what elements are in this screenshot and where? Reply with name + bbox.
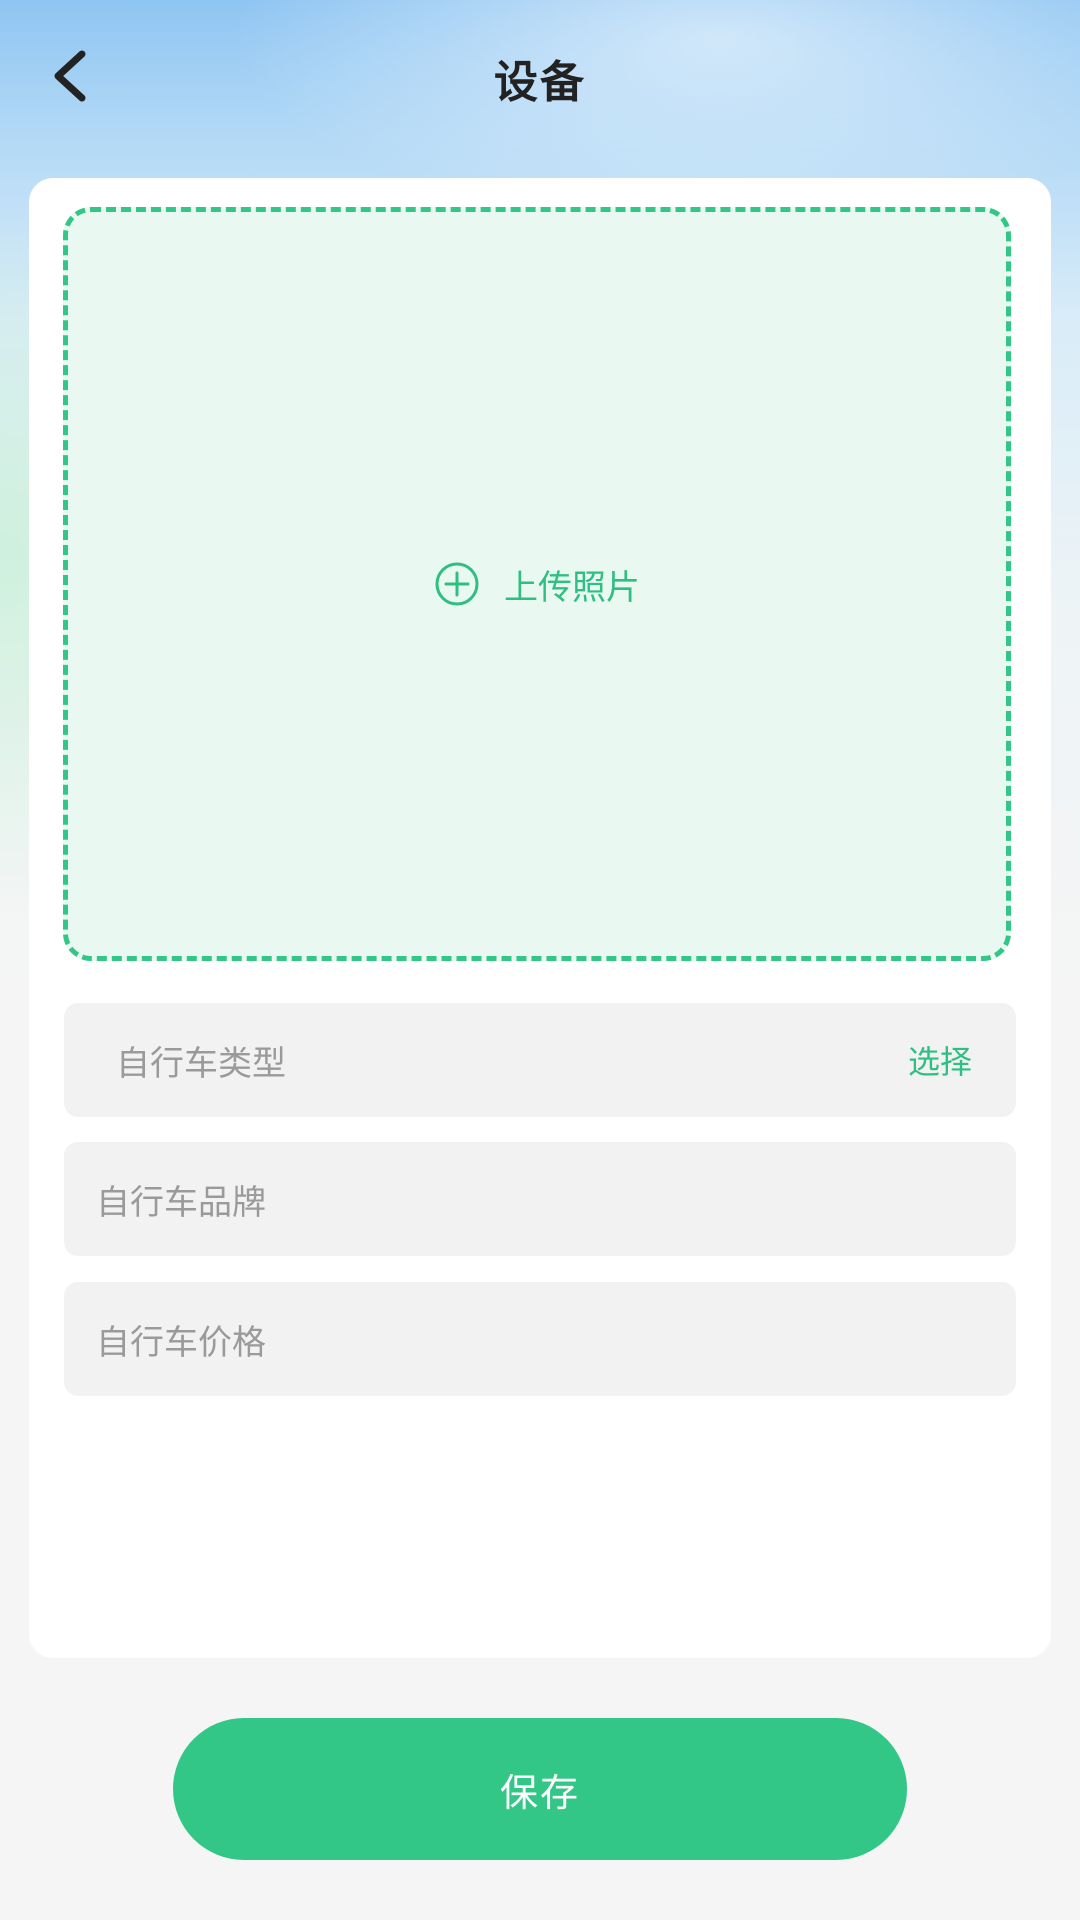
bike-type-field[interactable]: 自行车类型 选择 (64, 1003, 1016, 1117)
save-button[interactable]: 保存 (173, 1718, 907, 1860)
bike-brand-placeholder: 自行车品牌 (96, 1182, 266, 1223)
upload-photo-content: 上传照片 (434, 560, 640, 609)
header: 设备 (0, 0, 1080, 160)
bike-price-field[interactable]: 自行车价格 (64, 1282, 1016, 1396)
bike-brand-field[interactable]: 自行车品牌 (64, 1142, 1016, 1256)
save-button-label: 保存 (499, 1770, 580, 1815)
bike-type-select-link[interactable]: 选择 (908, 1037, 972, 1083)
bike-type-label: 自行车类型 (116, 1043, 286, 1084)
bike-price-placeholder: 自行车价格 (96, 1322, 266, 1363)
page-title: 设备 (494, 57, 586, 108)
upload-photo-label: 上传照片 (504, 567, 640, 608)
upload-photo-area[interactable]: 上传照片 (63, 207, 1011, 961)
plus-circle-icon (435, 562, 479, 606)
form-card: 上传照片 自行车类型 选择 自行车品牌 自行车价格 (29, 178, 1051, 1658)
